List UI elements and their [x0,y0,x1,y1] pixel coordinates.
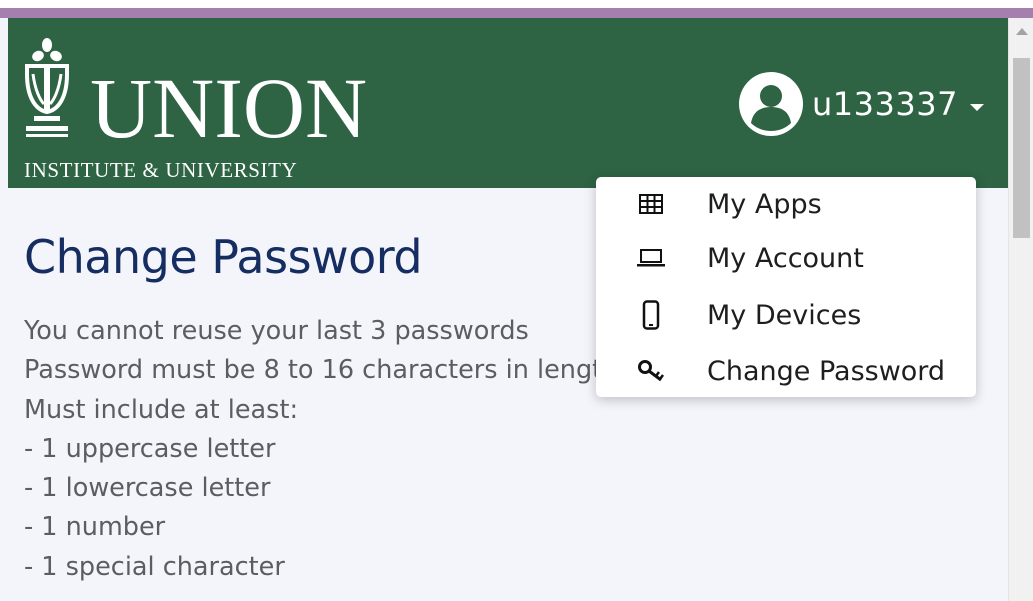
mobile-icon [636,300,666,330]
site-header: UNION INSTITUTE & UNIVERSITY u133337 [8,18,1008,188]
page-title: Change Password [24,230,423,284]
chevron-down-icon [969,103,984,111]
accent-bar [0,8,1033,18]
scroll-up-arrow-icon[interactable] [1016,28,1028,35]
menu-item-my-apps[interactable]: My Apps [596,178,976,230]
key-icon [636,356,666,386]
union-logo[interactable]: UNION INSTITUTE & UNIVERSITY [20,36,380,186]
vertical-scrollbar[interactable] [1008,18,1033,601]
grid-icon [636,189,666,219]
menu-item-label: My Account [707,242,864,274]
menu-item-label: My Apps [707,188,822,220]
rule-line: - 1 special character [24,551,285,582]
rule-line: - 1 number [24,512,166,543]
username: u133337 [812,85,958,123]
rule-line: Must include at least: [24,394,299,425]
menu-item-change-password[interactable]: Change Password [596,345,976,397]
rule-line: Password must be 8 to 16 characters in l… [24,355,619,386]
menu-item-my-account[interactable]: My Account [596,232,976,284]
password-rules: You cannot reuse your last 3 passwords P… [24,312,618,587]
logo-wordmark: UNION [90,60,367,156]
menu-item-label: My Devices [707,299,862,331]
laptop-icon [636,243,666,273]
menu-item-my-devices[interactable]: My Devices [596,289,976,341]
menu-item-label: Change Password [707,355,946,387]
user-avatar-icon [739,72,803,136]
rule-line: - 1 lowercase letter [24,473,271,504]
user-dropdown-menu: My Apps My Account My Devices Change Pas… [596,177,976,397]
rule-line: - 1 uppercase letter [24,433,276,464]
scroll-thumb[interactable] [1013,58,1030,238]
user-menu-toggle[interactable]: u133337 [738,72,984,136]
logo-subtitle: INSTITUTE & UNIVERSITY [24,158,297,182]
rule-line: You cannot reuse your last 3 passwords [24,316,529,346]
